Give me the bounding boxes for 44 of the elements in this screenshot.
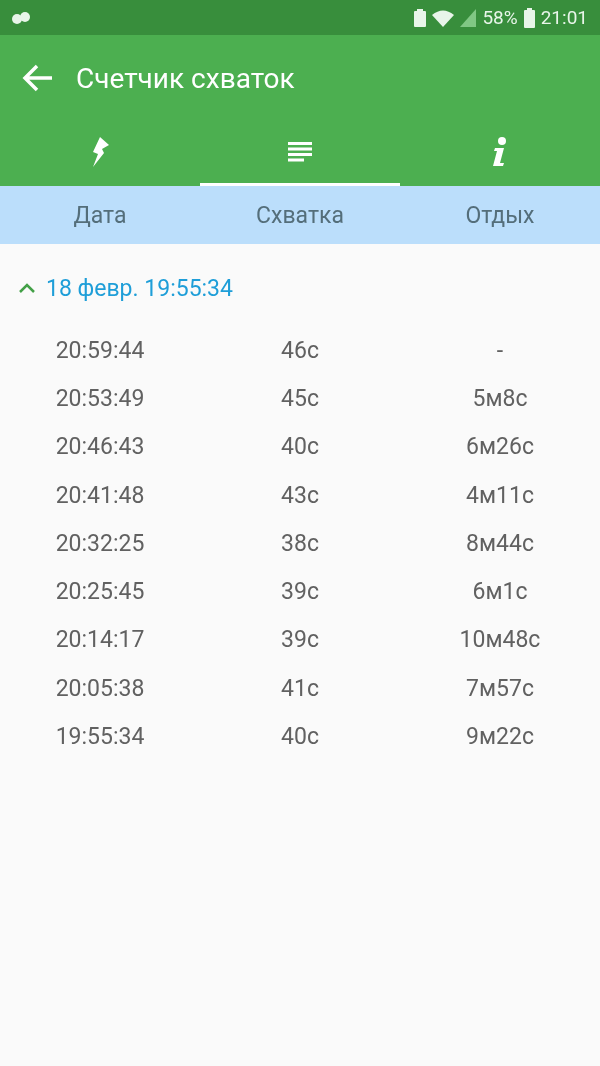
table-cell-text: 7м57с (465, 674, 535, 702)
table-cell-text: 8м44с (465, 529, 535, 557)
table-cell-text: 9м22с (465, 723, 535, 750)
table-cell-text: 10м48с (458, 626, 542, 654)
table-cell-text: 45с (280, 384, 320, 412)
table-cell-text: 6м1с (471, 578, 529, 606)
wifi-icon (432, 8, 455, 27)
bolt-icon (91, 137, 109, 167)
table-cell-text: 20:53:49 (54, 384, 146, 412)
column-header: Отдых (464, 201, 536, 229)
table-cell-text: - (495, 336, 505, 364)
table-cell-text: 20:25:45 (54, 578, 146, 606)
app-notification-icon (10, 9, 32, 26)
signal-icon (460, 8, 477, 27)
table-cell-text: 40с (280, 723, 320, 750)
table-cell-text: 43с (280, 481, 320, 509)
table-cell-text: 39с (280, 578, 320, 606)
table-cell-text: 40с (280, 433, 320, 461)
table-cell-text: 20:05:38 (54, 674, 146, 702)
table-cell-text: 20:32:25 (54, 529, 146, 557)
screen-title: Счетчик схваток (76, 61, 295, 95)
table-cell-text: 20:59:44 (54, 336, 146, 364)
table-cell-text: 5м8с (471, 384, 529, 412)
battery-icon (523, 7, 535, 28)
battery-saver-icon (414, 8, 427, 27)
column-header: Дата (72, 201, 128, 229)
info-icon (492, 137, 508, 167)
chevron-up-icon[interactable] (18, 282, 36, 294)
table-cell-text: 6м26с (465, 433, 535, 461)
table-cell-text: 20:14:17 (54, 626, 146, 654)
group-title[interactable]: 18 февр. 19:55:34 (46, 274, 233, 302)
table-cell-text: 4м11с (465, 481, 535, 509)
battery-percentage: 58% (482, 6, 518, 29)
table-cell-text: 41с (280, 674, 320, 702)
clock: 21:01 (540, 6, 588, 29)
table-cell-text: 46с (280, 336, 320, 364)
back-arrow-icon[interactable] (22, 64, 54, 92)
table-cell-text: 20:46:43 (54, 433, 146, 461)
list-icon (288, 142, 312, 162)
table-cell-text: 20:41:48 (54, 481, 146, 509)
table-cell-text: 39с (280, 626, 320, 654)
table-cell-text: 38с (280, 529, 320, 557)
table-cell-text: 19:55:34 (54, 723, 146, 750)
column-header: Схватка (255, 201, 345, 229)
